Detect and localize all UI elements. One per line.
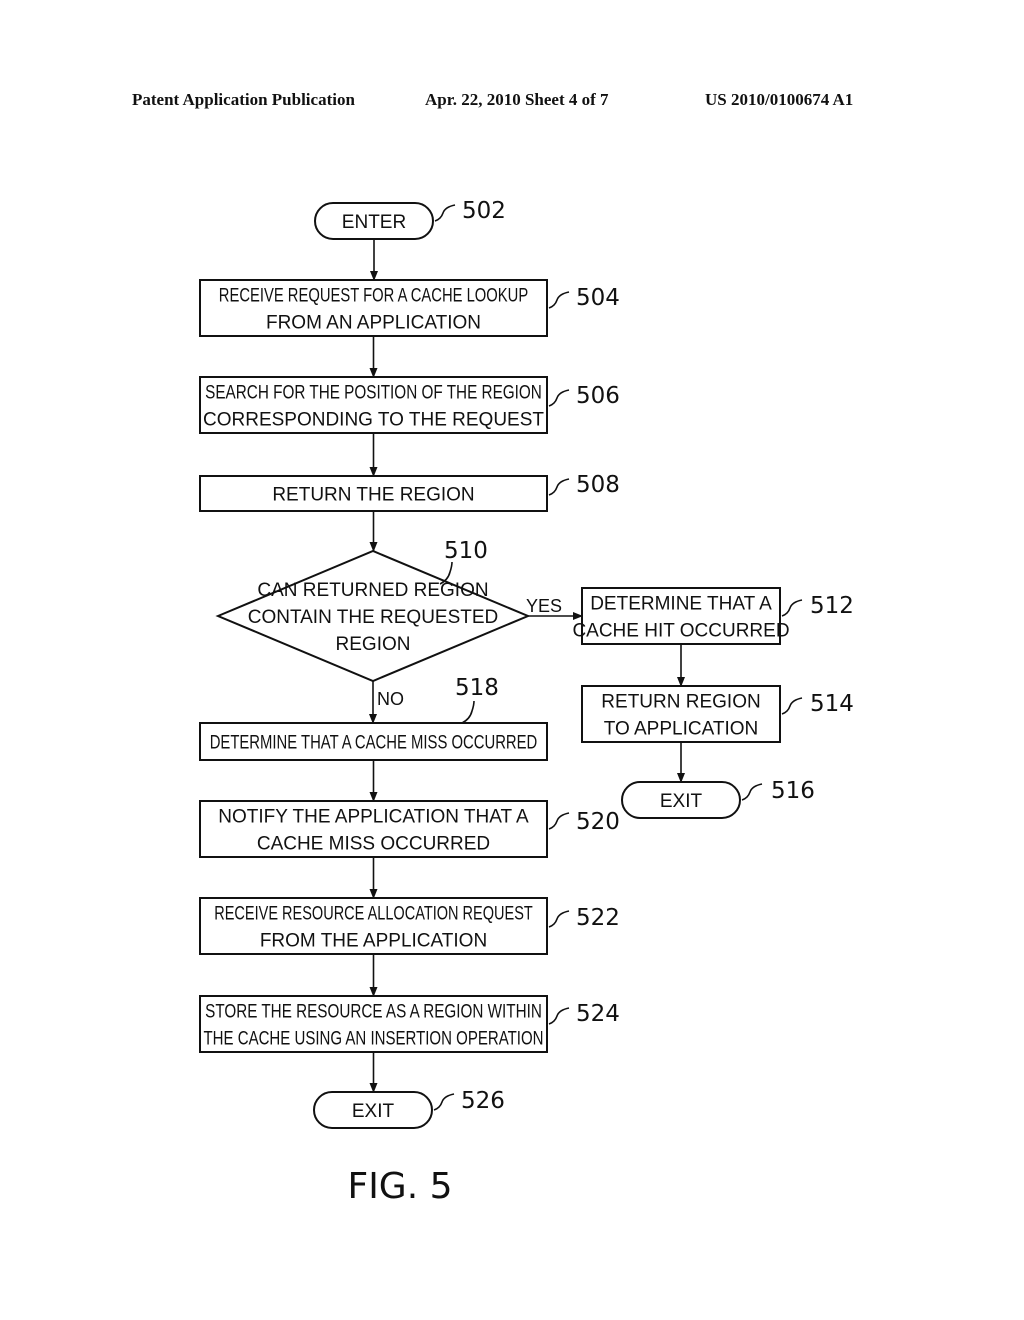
node-label-line: CORRESPONDING TO THE REQUEST — [203, 410, 544, 431]
ref-number-524: 524 — [576, 1001, 620, 1027]
ref-number-520: 520 — [576, 809, 620, 835]
node-label-line: EXIT — [660, 791, 703, 812]
ref-leader-line — [548, 291, 570, 309]
ref-number-512: 512 — [810, 593, 854, 619]
ref-number-504: 504 — [576, 285, 620, 311]
node-label-line: FROM THE APPLICATION — [260, 931, 487, 952]
node-label-line: NOTIFY THE APPLICATION THAT A — [218, 807, 529, 828]
node-label-line: REGION — [336, 634, 411, 655]
node-510-decision: CAN RETURNED REGION CONTAIN THE REQUESTED… — [215, 538, 531, 683]
ref-leader-line — [781, 599, 803, 617]
node-504-process: RECEIVE REQUEST FOR A CACHE LOOKUP FROM A… — [199, 279, 620, 337]
node-label-line: RECEIVE REQUEST FOR A CACHE LOOKUP — [219, 286, 528, 307]
node-label-line: THE CACHE USING AN INSERTION OPERATION — [204, 1029, 544, 1050]
node-label-line: RETURN REGION — [601, 692, 760, 713]
ref-leader-line — [548, 1007, 570, 1025]
ref-leader-line — [548, 389, 570, 407]
node-label-line: TO APPLICATION — [604, 719, 759, 740]
ref-leader-line — [461, 700, 475, 724]
ref-number-514: 514 — [810, 691, 854, 717]
ref-leader-line — [781, 697, 803, 715]
node-label-line: RECEIVE RESOURCE ALLOCATION REQUEST — [214, 904, 533, 925]
node-label-line: FROM AN APPLICATION — [266, 313, 481, 334]
figure-label: FIG. 5 — [347, 1166, 452, 1207]
node-524-process: STORE THE RESOURCE AS A REGION WITHIN THE… — [199, 995, 620, 1053]
ref-number-506: 506 — [576, 383, 620, 409]
ref-leader-line — [548, 910, 570, 928]
node-512-process: DETERMINE THAT A CACHE HIT OCCURRED 512 — [572, 587, 854, 645]
flowchart: YES NO ENTER 502 RECEIVE REQUEST FOR A CACH… — [199, 198, 854, 1207]
node-label-line: DETERMINE THAT A — [590, 594, 772, 615]
ref-leader-line — [434, 204, 456, 222]
node-508-process: RETURN THE REGION 508 — [199, 472, 620, 512]
node-label-line: ENTER — [342, 212, 406, 233]
ref-leader-line — [433, 1093, 455, 1111]
ref-number-518: 518 — [455, 675, 499, 701]
ref-number-516: 516 — [771, 778, 815, 804]
node-514-process: RETURN REGION TO APPLICATION 514 — [581, 685, 854, 743]
node-label-line: RETURN THE REGION — [272, 485, 474, 506]
node-502-terminal: ENTER 502 — [314, 198, 506, 240]
ref-number-510: 510 — [444, 538, 488, 564]
ref-number-522: 522 — [576, 905, 620, 931]
ref-number-526: 526 — [461, 1088, 505, 1114]
ref-number-508: 508 — [576, 472, 620, 498]
ref-leader-line — [548, 812, 570, 830]
node-label-line: SEARCH FOR THE POSITION OF THE REGION — [205, 383, 542, 404]
node-526-terminal: EXIT 526 — [313, 1088, 505, 1129]
node-506-process: SEARCH FOR THE POSITION OF THE REGION COR… — [199, 376, 620, 434]
ref-leader-line — [741, 783, 763, 801]
node-516-terminal: EXIT 516 — [621, 778, 815, 819]
edge-label-no: NO — [377, 689, 404, 709]
node-label-line: CONTAIN THE REQUESTED — [248, 607, 499, 628]
node-label-line: CACHE HIT OCCURRED — [572, 621, 789, 642]
node-520-process: NOTIFY THE APPLICATION THAT A CACHE MISS … — [199, 800, 620, 858]
node-522-process: RECEIVE RESOURCE ALLOCATION REQUEST FROM … — [199, 897, 620, 955]
node-label-line: CACHE MISS OCCURRED — [257, 834, 490, 855]
node-label-line: CAN RETURNED REGION — [257, 580, 488, 601]
node-label-line: STORE THE RESOURCE AS A REGION WITHIN — [205, 1002, 542, 1023]
node-label-line: EXIT — [352, 1101, 395, 1122]
ref-leader-line — [548, 478, 570, 496]
ref-number-502: 502 — [462, 198, 506, 224]
edge-label-yes: YES — [526, 596, 562, 616]
node-label-line: DETERMINE THAT A CACHE MISS OCCURRED — [210, 733, 538, 754]
